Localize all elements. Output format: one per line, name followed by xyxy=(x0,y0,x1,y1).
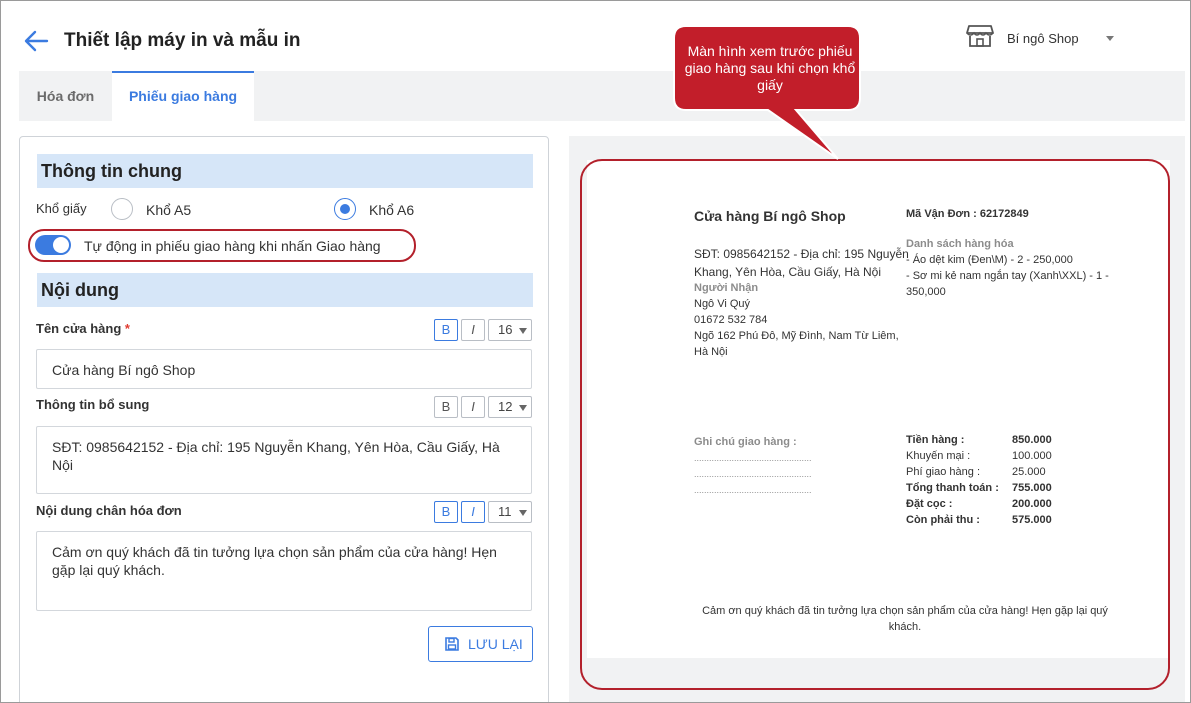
auto-print-toggle[interactable] xyxy=(35,235,71,255)
store-name-font-size-value: 16 xyxy=(498,322,513,337)
preview-footer-line-2: khách. xyxy=(888,621,922,633)
summary-value: 200.000 xyxy=(1012,498,1052,510)
preview-item-2: - Sơ mi kẻ nam ngắn tay (Xanh\XXL) - 1 - xyxy=(906,270,1109,282)
preview-summary-row: Tiền hàng : 850.000 xyxy=(906,434,1066,450)
save-icon xyxy=(445,637,459,651)
preview-info-line-1: SĐT: 0985642152 - Địa chỉ: 195 Nguyễn xyxy=(694,247,909,261)
preview-note-dots-3: ........................................… xyxy=(694,485,812,495)
summary-key: Còn phải thu : xyxy=(906,514,980,526)
preview-paper xyxy=(587,160,1170,658)
callout-text: Màn hình xem trước phiếu giao hàng sau k… xyxy=(684,43,856,93)
preview-recipient-phone: 01672 532 784 xyxy=(694,314,768,326)
summary-key: Khuyến mại : xyxy=(906,450,971,462)
extra-info-font-size-value: 12 xyxy=(498,399,513,414)
store-name-label-text: Tên cửa hàng xyxy=(36,321,122,336)
settings-panel: Thông tin chung Khổ giấy Khổ A5 Khổ A6 T… xyxy=(19,136,549,703)
preview-summary-row: Phí giao hàng : 25.000 xyxy=(906,466,1066,482)
auto-print-label: Tự động in phiếu giao hàng khi nhấn Giao… xyxy=(84,238,381,254)
chevron-down-icon xyxy=(519,510,527,516)
footer-font-size-value: 11 xyxy=(498,504,512,519)
radio-a5-label: Khổ A5 xyxy=(146,202,192,218)
tab-invoice[interactable]: Hóa đơn xyxy=(19,71,112,121)
preview-waybill: Mã Vận Đơn : 62172849 xyxy=(906,208,1029,220)
summary-value: 575.000 xyxy=(1012,514,1052,526)
summary-value: 755.000 xyxy=(1012,482,1052,494)
tab-bar: Hóa đơn Phiếu giao hàng xyxy=(19,71,1185,121)
save-button[interactable]: LƯU LẠI xyxy=(428,626,533,662)
chevron-down-icon xyxy=(519,405,527,411)
preview-footer-line-1: Cảm ơn quý khách đã tin tưởng lựa chọn s… xyxy=(702,605,1108,617)
tab-delivery-note[interactable]: Phiếu giao hàng xyxy=(112,71,254,121)
extra-info-textarea[interactable]: SĐT: 0985642152 - Địa chỉ: 195 Nguyễn Kh… xyxy=(36,426,532,494)
summary-key: Tiền hàng : xyxy=(906,434,965,446)
save-button-label: LƯU LẠI xyxy=(468,636,523,652)
extra-info-italic-button[interactable]: I xyxy=(461,396,485,418)
footer-content-textarea[interactable]: Cảm ơn quý khách đã tin tưởng lựa chọn s… xyxy=(36,531,532,611)
preview-summary-row: Khuyến mại : 100.000 xyxy=(906,450,1066,466)
preview-item-2-price: 350,000 xyxy=(906,286,946,298)
paper-size-label: Khổ giấy xyxy=(36,201,87,216)
preview-note-dots-1: ........................................… xyxy=(694,453,812,463)
radio-a5[interactable] xyxy=(111,198,133,220)
preview-recipient-address-1: Ngõ 162 Phú Đô, Mỹ Đình, Nam Từ Liêm, xyxy=(694,330,899,342)
extra-info-label: Thông tin bổ sung xyxy=(36,397,150,412)
summary-key: Phí giao hàng : xyxy=(906,466,981,478)
preview-item-1: - Áo dệt kim (Đen\M) - 2 - 250,000 xyxy=(906,254,1073,266)
radio-a6-label: Khổ A6 xyxy=(369,202,415,218)
required-mark: * xyxy=(124,321,130,336)
summary-value: 850.000 xyxy=(1012,434,1052,446)
store-name-font-size-select[interactable]: 16 xyxy=(488,319,532,341)
page-title: Thiết lập máy in và mẫu in xyxy=(64,30,301,51)
section-content-heading: Nội dung xyxy=(37,273,533,307)
store-name-label: Tên cửa hàng * xyxy=(36,321,130,336)
chevron-down-icon[interactable] xyxy=(1104,30,1116,46)
footer-bold-button[interactable]: B xyxy=(434,501,458,523)
footer-content-label: Nội dung chân hóa đơn xyxy=(36,503,182,518)
chevron-down-icon xyxy=(519,328,527,334)
back-arrow-icon[interactable] xyxy=(22,28,50,54)
preview-recipient-name: Ngô Vi Quý xyxy=(694,298,751,310)
footer-italic-button[interactable]: I xyxy=(461,501,485,523)
store-icon xyxy=(966,25,994,47)
store-name-input[interactable]: Cửa hàng Bí ngô Shop xyxy=(36,349,532,389)
shop-selector-label[interactable]: Bí ngô Shop xyxy=(1007,31,1079,46)
footer-font-size-select[interactable]: 11 xyxy=(488,501,532,523)
preview-shop-name: Cửa hàng Bí ngô Shop xyxy=(694,208,846,224)
preview-note-label: Ghi chú giao hàng : xyxy=(694,436,797,448)
summary-value: 100.000 xyxy=(1012,450,1052,462)
extra-info-font-size-select[interactable]: 12 xyxy=(488,396,532,418)
preview-summary-row: Đặt cọc : 200.000 xyxy=(906,498,1066,514)
summary-key: Tổng thanh toán : xyxy=(906,482,999,494)
preview-note-dots-2: ........................................… xyxy=(694,469,812,479)
radio-a6[interactable] xyxy=(334,198,356,220)
summary-key: Đặt cọc : xyxy=(906,498,953,510)
preview-info-line-2: Khang, Yên Hòa, Cầu Giấy, Hà Nội xyxy=(694,265,881,279)
preview-summary-row: Tổng thanh toán : 755.000 xyxy=(906,482,1066,498)
extra-info-bold-button[interactable]: B xyxy=(434,396,458,418)
preview-recipient-label: Người Nhận xyxy=(694,282,759,294)
preview-items-label: Danh sách hàng hóa xyxy=(906,238,1014,250)
summary-value: 25.000 xyxy=(1012,466,1046,478)
store-name-italic-button[interactable]: I xyxy=(461,319,485,341)
preview-recipient-address-2: Hà Nội xyxy=(694,346,728,358)
store-name-bold-button[interactable]: B xyxy=(434,319,458,341)
section-general-heading: Thông tin chung xyxy=(37,154,533,188)
preview-summary-row: Còn phải thu : 575.000 xyxy=(906,514,1066,530)
